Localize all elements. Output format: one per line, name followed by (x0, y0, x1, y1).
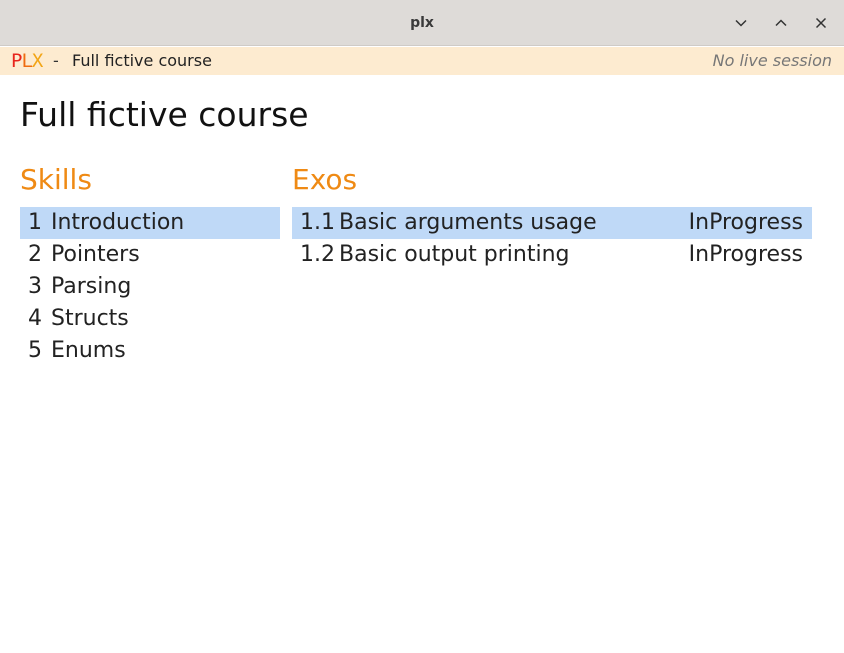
skill-item-structs[interactable]: 4 Structs (20, 303, 280, 335)
skills-heading: Skills (20, 163, 92, 196)
minimize-icon (735, 19, 747, 27)
skill-item-introduction[interactable]: 1 Introduction (20, 207, 280, 239)
logo-letter-p: P (11, 50, 22, 72)
skill-label: Enums (51, 338, 126, 363)
exo-state: InProgress (688, 242, 803, 267)
exo-item-basic-output-printing[interactable]: 1.2 Basic output printing InProgress (292, 239, 812, 271)
exo-item-basic-arguments-usage[interactable]: 1.1 Basic arguments usage InProgress (292, 207, 812, 239)
live-session-status: No live session (712, 51, 832, 70)
skill-number: 5 (28, 338, 42, 363)
skill-item-enums[interactable]: 5 Enums (20, 335, 280, 367)
title-bar[interactable]: plx (0, 0, 844, 46)
close-button[interactable] (809, 11, 833, 35)
maximize-icon (775, 19, 787, 27)
plx-logo: P L X (11, 50, 43, 72)
exo-label: Basic output printing (339, 242, 570, 267)
skill-number: 3 (28, 274, 42, 299)
exo-number: 1.1 (300, 210, 335, 235)
window-title: plx (410, 15, 434, 31)
skill-label: Structs (51, 306, 129, 331)
exo-state: InProgress (688, 210, 803, 235)
skills-list: 1 Introduction 2 Pointers 3 Parsing 4 St… (20, 207, 280, 367)
exos-heading: Exos (292, 163, 358, 196)
logo-letter-l: L (21, 50, 32, 72)
skill-number: 2 (28, 242, 42, 267)
skill-number: 1 (28, 210, 42, 235)
skill-item-parsing[interactable]: 3 Parsing (20, 271, 280, 303)
skill-label: Parsing (51, 274, 132, 299)
maximize-button[interactable] (769, 11, 793, 35)
app-window: plx P L X - Full fictive course No live … (0, 0, 844, 653)
minimize-button[interactable] (729, 11, 753, 35)
exo-label: Basic arguments usage (339, 210, 597, 235)
header-separator: - (53, 51, 59, 70)
page-title: Full fictive course (20, 95, 309, 134)
course-header: P L X - Full fictive course No live sess… (0, 47, 844, 75)
close-icon (815, 17, 827, 29)
skill-item-pointers[interactable]: 2 Pointers (20, 239, 280, 271)
skill-label: Pointers (51, 242, 140, 267)
exo-number: 1.2 (300, 242, 335, 267)
header-course-name: Full fictive course (72, 51, 212, 70)
exos-list: 1.1 Basic arguments usage InProgress 1.2… (292, 207, 812, 271)
skill-number: 4 (28, 306, 42, 331)
logo-letter-x: X (31, 50, 43, 72)
skill-label: Introduction (51, 210, 185, 235)
